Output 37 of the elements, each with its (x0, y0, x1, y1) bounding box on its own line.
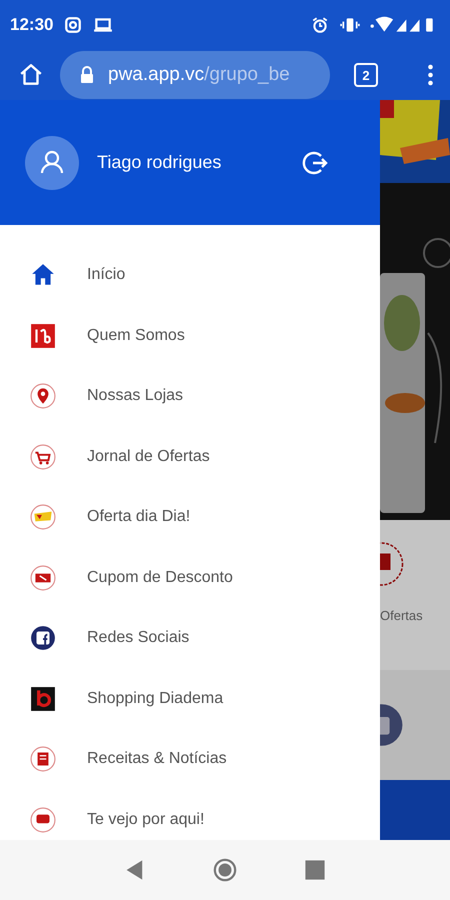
menu-item[interactable]: Redes Sociais (0, 608, 380, 668)
location-pin-icon (30, 383, 56, 410)
laptop-icon (93, 16, 114, 34)
menu-icon[interactable] (427, 64, 434, 86)
logo-icon (30, 322, 56, 349)
menu-item[interactable]: Shopping Diadema (0, 668, 380, 729)
address-bar[interactable]: pwa.app.vc/grupo_be (60, 51, 330, 99)
menu-item[interactable]: Quem Somos (0, 306, 380, 366)
lock-icon (80, 66, 94, 84)
facebook-icon (30, 625, 56, 652)
page-footer (380, 780, 450, 840)
camera-icon (63, 16, 84, 34)
menu-item[interactable]: Jornal de Ofertas (0, 426, 380, 487)
recipe-book-icon (30, 746, 56, 772)
menu-item[interactable]: Nossas Lojas (0, 366, 380, 426)
menu-item[interactable]: Receitas & Notícias (0, 729, 380, 790)
coupon-icon (30, 564, 56, 591)
avatar-icon (25, 136, 79, 190)
logout-icon[interactable] (302, 150, 328, 176)
logo-icon (30, 686, 56, 712)
vibrate-icon (340, 16, 360, 34)
user-name: Tiago rodrigues (97, 152, 222, 173)
clock: 12:30 (10, 15, 54, 35)
chat-icon (30, 806, 56, 833)
tab-count[interactable]: 2 (354, 63, 378, 87)
url-text: pwa.app.vc/grupo_be (108, 64, 290, 86)
cart-icon (30, 444, 56, 470)
menu-item[interactable]: Cupom de Desconto (0, 548, 380, 608)
menu-item[interactable]: Te vejo por aqui! (0, 790, 380, 840)
home-button-icon[interactable] (213, 858, 237, 882)
home-icon[interactable] (18, 62, 44, 88)
menu-item[interactable]: Início (0, 245, 380, 306)
alarm-icon (310, 16, 330, 34)
section-label: Ofertas (380, 608, 424, 623)
recents-icon[interactable] (303, 858, 327, 882)
sale-tag-icon (30, 504, 56, 530)
menu-item[interactable]: Oferta dia Dia! (0, 487, 380, 548)
